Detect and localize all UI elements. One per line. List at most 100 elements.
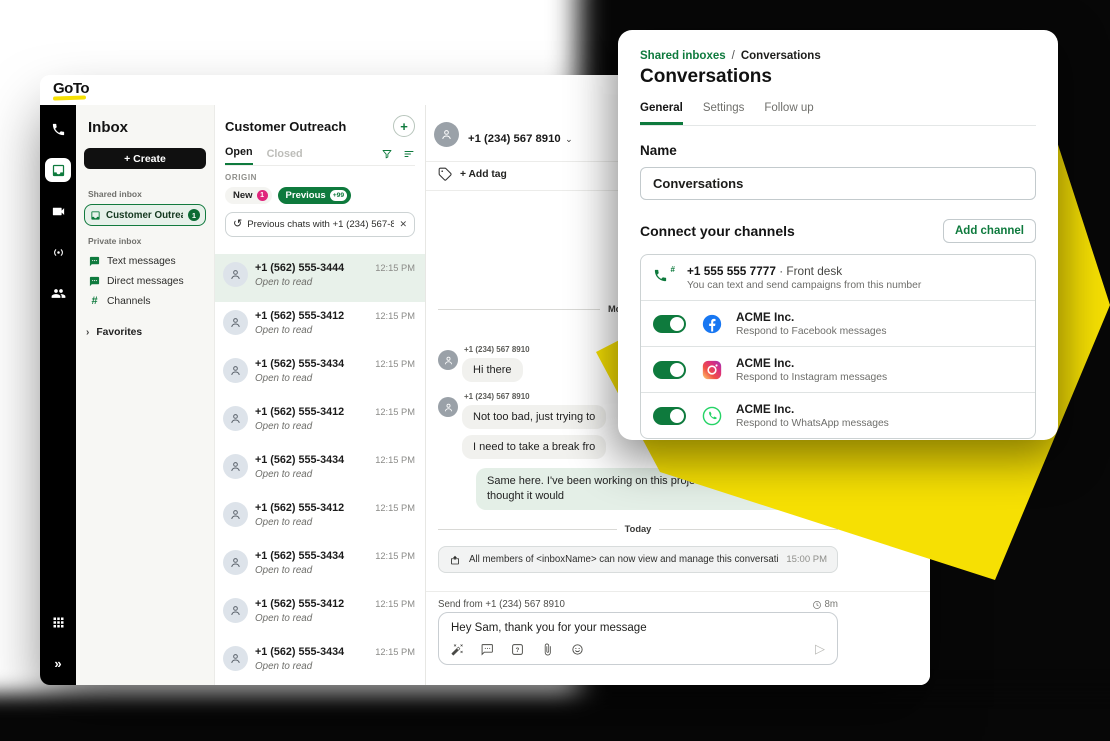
contact-number: +1 (562) 555-3434 (255, 646, 375, 658)
contact-number: +1 (562) 555-3444 (255, 262, 375, 274)
avatar (223, 454, 248, 479)
list-item[interactable]: +1 (562) 555-3412 Open to read 12:15 PM (215, 398, 425, 446)
tab-follow-up[interactable]: Follow up (764, 102, 813, 125)
close-icon[interactable]: ✕ (399, 219, 407, 230)
message-incoming: +1 (234) 567 8910 Not too bad, just tryi… (438, 392, 606, 429)
list-item[interactable]: +1 (562) 555-3412Open to read 12:15 PM (215, 590, 425, 638)
canned-message-icon[interactable] (481, 643, 494, 656)
filter-chip-new[interactable]: New 1 (225, 187, 272, 204)
contact-number: +1 (562) 555-3412 (255, 502, 375, 514)
clock-icon (812, 600, 822, 610)
timestamp: 12:15 PM (375, 551, 415, 590)
whatsapp-toggle[interactable] (653, 407, 686, 425)
phone-channel-row: # +1 555 555 7777 · Front desk You can t… (641, 255, 1035, 300)
hash-icon: # (89, 295, 100, 307)
message-bubble: I need to take a break fro (462, 435, 606, 459)
nav-rail: » (40, 105, 76, 685)
avatar (223, 262, 248, 287)
tab-open[interactable]: Open (225, 146, 253, 165)
person-icon (229, 604, 242, 617)
contact-number: +1 (562) 555-3434 (255, 358, 375, 370)
channel-description: Respond to Instagram messages (736, 372, 887, 383)
sort-icon[interactable] (403, 148, 415, 160)
sidebar-item-direct-messages[interactable]: Direct messages (84, 271, 206, 291)
list-item[interactable]: +1 (562) 555-3434Open to read 12:15 PM (215, 446, 425, 494)
timestamp: 12:15 PM (375, 359, 415, 398)
filter-chip-previous[interactable]: Previous +99 (278, 187, 352, 204)
list-item[interactable]: +1 (562) 555-3412Open to read 12:15 PM (215, 302, 425, 350)
name-input[interactable] (640, 167, 1036, 200)
status-text: Open to read (255, 421, 375, 432)
chip-badge: 1 (257, 190, 268, 201)
message-line: thought it would (487, 490, 564, 502)
list-item[interactable]: +1 (562) 555-3434Open to read 12:15 PM (215, 542, 425, 590)
whatsapp-icon (702, 406, 722, 426)
channel-row-facebook: ACME Inc. Respond to Facebook messages (641, 300, 1035, 346)
contacts-icon[interactable] (45, 281, 71, 305)
contact-number: +1 (562) 555-3412 (255, 310, 375, 322)
list-item[interactable]: +1 (562) 555-3444Open to read 12:15 PM (215, 254, 425, 302)
facebook-icon (702, 314, 722, 334)
send-from-label: Send from +1 (234) 567 8910 (438, 599, 565, 610)
tab-general[interactable]: General (640, 102, 683, 125)
message-icon (89, 256, 100, 267)
divider (426, 591, 930, 592)
new-conversation-button[interactable]: + (393, 115, 415, 137)
favorites-toggle[interactable]: › Favorites (84, 327, 206, 338)
avatar (223, 310, 248, 335)
timestamp: 12:15 PM (375, 407, 415, 446)
magic-wand-icon[interactable] (451, 643, 464, 656)
chip-label: Previous (286, 190, 326, 201)
breadcrumb-current: Conversations (741, 50, 821, 62)
survey-icon[interactable] (511, 643, 524, 656)
sidebar-item-channels[interactable]: # Channels (84, 291, 206, 311)
add-channel-button[interactable]: Add channel (943, 219, 1036, 243)
instagram-toggle[interactable] (653, 361, 686, 379)
page-title: Conversations (640, 66, 1036, 88)
today-divider: Today (438, 524, 838, 534)
conversations-settings-panel: Shared inboxes / Conversations Conversat… (618, 30, 1058, 440)
channels-list: # +1 555 555 7777 · Front desk You can t… (640, 254, 1036, 439)
phone-icon[interactable] (45, 117, 71, 141)
contact-number: +1 (562) 555-3412 (255, 406, 375, 418)
avatar (223, 646, 248, 671)
video-icon[interactable] (45, 199, 71, 223)
contact-number: +1 (562) 555-3434 (255, 454, 375, 466)
chevron-down-icon: ⌄ (565, 134, 573, 144)
inbox-icon[interactable] (45, 158, 71, 182)
chip-badge: +99 (330, 190, 348, 201)
sidebar-item-customer-outreach[interactable]: Customer Outreach 1 (84, 204, 206, 226)
channel-name: ACME Inc. (736, 310, 887, 324)
tab-settings[interactable]: Settings (703, 102, 745, 125)
facebook-toggle[interactable] (653, 315, 686, 333)
emoji-icon[interactable] (571, 643, 584, 656)
create-button[interactable]: + Create (84, 148, 206, 169)
status-text: Open to read (255, 661, 375, 672)
filter-icon[interactable] (381, 148, 393, 160)
list-item[interactable]: +1 (562) 555-3434Open to read 12:15 PM (215, 638, 425, 685)
apps-grid-icon[interactable] (45, 610, 71, 634)
avatar (438, 350, 458, 370)
contact-number: +1 (234) 567 8910 (468, 133, 561, 145)
avatar (223, 358, 248, 383)
message-composer[interactable]: Hey Sam, thank you for your message ▷ (438, 612, 838, 665)
broadcast-icon[interactable] (45, 240, 71, 264)
composer-input[interactable]: Hey Sam, thank you for your message (451, 622, 647, 634)
breadcrumb-shared-inboxes[interactable]: Shared inboxes (640, 50, 726, 62)
tab-closed[interactable]: Closed (267, 148, 303, 165)
status-text: Open to read (255, 469, 375, 480)
message-sender: +1 (234) 567 8910 (464, 345, 530, 354)
previous-chats-pill[interactable]: ↺ Previous chats with +1 (234) 567-8900 … (225, 212, 415, 237)
sidebar-item-text-messages[interactable]: Text messages (84, 251, 206, 271)
composer-meta: Send from +1 (234) 567 8910 8m (438, 599, 838, 610)
chat-contact-header[interactable]: +1 (234) 567 8910 ⌄ (468, 129, 573, 147)
attachment-icon[interactable] (541, 643, 554, 656)
status-text: Open to read (255, 517, 375, 528)
list-tabs: Open Closed (225, 146, 415, 166)
list-item[interactable]: +1 (562) 555-3434Open to read 12:15 PM (215, 350, 425, 398)
expand-icon[interactable]: » (45, 651, 71, 675)
send-icon[interactable]: ▷ (815, 641, 825, 657)
list-item[interactable]: +1 (562) 555-3412Open to read 12:15 PM (215, 494, 425, 542)
add-tag-button[interactable]: + Add tag (460, 169, 507, 180)
channel-description: Respond to WhatsApp messages (736, 418, 889, 429)
